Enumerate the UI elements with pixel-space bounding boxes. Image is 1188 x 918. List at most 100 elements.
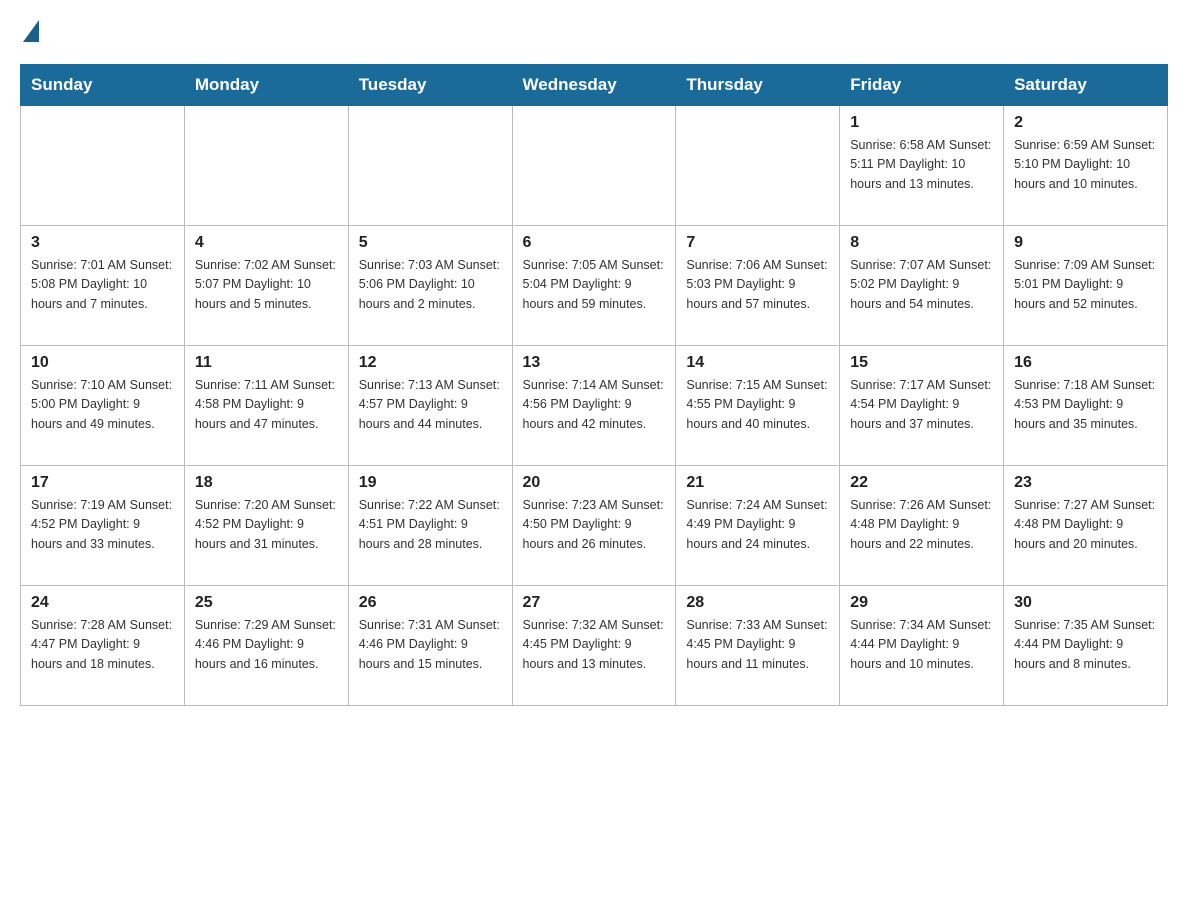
day-header-monday: Monday xyxy=(184,65,348,106)
day-number: 10 xyxy=(31,354,174,372)
day-info: Sunrise: 7:05 AM Sunset: 5:04 PM Dayligh… xyxy=(523,256,666,314)
calendar-cell: 10 Sunrise: 7:10 AM Sunset: 5:00 PM Dayli… xyxy=(21,346,185,466)
day-info: Sunrise: 7:22 AM Sunset: 4:51 PM Dayligh… xyxy=(359,496,502,554)
day-info: Sunrise: 7:31 AM Sunset: 4:46 PM Dayligh… xyxy=(359,616,502,674)
week-row-3: 10 Sunrise: 7:10 AM Sunset: 5:00 PM Dayli… xyxy=(21,346,1168,466)
day-info: Sunrise: 7:18 AM Sunset: 4:53 PM Dayligh… xyxy=(1014,376,1157,434)
day-header-saturday: Saturday xyxy=(1004,65,1168,106)
day-number: 6 xyxy=(523,234,666,252)
day-number: 3 xyxy=(31,234,174,252)
day-info: Sunrise: 7:32 AM Sunset: 4:45 PM Dayligh… xyxy=(523,616,666,674)
day-info: Sunrise: 7:02 AM Sunset: 5:07 PM Dayligh… xyxy=(195,256,338,314)
day-info: Sunrise: 7:33 AM Sunset: 4:45 PM Dayligh… xyxy=(686,616,829,674)
calendar-cell: 15 Sunrise: 7:17 AM Sunset: 4:54 PM Dayli… xyxy=(840,346,1004,466)
day-number: 25 xyxy=(195,594,338,612)
day-info: Sunrise: 7:26 AM Sunset: 4:48 PM Dayligh… xyxy=(850,496,993,554)
calendar-cell: 24 Sunrise: 7:28 AM Sunset: 4:47 PM Dayli… xyxy=(21,586,185,706)
calendar-cell: 27 Sunrise: 7:32 AM Sunset: 4:45 PM Dayli… xyxy=(512,586,676,706)
calendar-cell xyxy=(512,106,676,226)
calendar-cell xyxy=(348,106,512,226)
calendar-cell: 14 Sunrise: 7:15 AM Sunset: 4:55 PM Dayli… xyxy=(676,346,840,466)
day-number: 21 xyxy=(686,474,829,492)
day-number: 24 xyxy=(31,594,174,612)
logo-arrow-icon xyxy=(23,20,39,42)
day-number: 4 xyxy=(195,234,338,252)
day-number: 27 xyxy=(523,594,666,612)
calendar-cell: 2 Sunrise: 6:59 AM Sunset: 5:10 PM Daylig… xyxy=(1004,106,1168,226)
day-number: 5 xyxy=(359,234,502,252)
day-number: 7 xyxy=(686,234,829,252)
day-info: Sunrise: 6:59 AM Sunset: 5:10 PM Dayligh… xyxy=(1014,136,1157,194)
week-row-5: 24 Sunrise: 7:28 AM Sunset: 4:47 PM Dayli… xyxy=(21,586,1168,706)
day-info: Sunrise: 7:23 AM Sunset: 4:50 PM Dayligh… xyxy=(523,496,666,554)
day-number: 12 xyxy=(359,354,502,372)
day-number: 11 xyxy=(195,354,338,372)
calendar-cell: 18 Sunrise: 7:20 AM Sunset: 4:52 PM Dayli… xyxy=(184,466,348,586)
day-info: Sunrise: 7:06 AM Sunset: 5:03 PM Dayligh… xyxy=(686,256,829,314)
day-number: 20 xyxy=(523,474,666,492)
day-number: 30 xyxy=(1014,594,1157,612)
page-header xyxy=(20,20,1168,44)
day-header-friday: Friday xyxy=(840,65,1004,106)
day-number: 28 xyxy=(686,594,829,612)
calendar-cell: 30Sunrise: 7:35 AM Sunset: 4:44 PM Dayli… xyxy=(1004,586,1168,706)
day-number: 14 xyxy=(686,354,829,372)
day-info: Sunrise: 7:10 AM Sunset: 5:00 PM Dayligh… xyxy=(31,376,174,434)
calendar-cell: 26Sunrise: 7:31 AM Sunset: 4:46 PM Dayli… xyxy=(348,586,512,706)
calendar-cell: 19 Sunrise: 7:22 AM Sunset: 4:51 PM Dayli… xyxy=(348,466,512,586)
day-info: Sunrise: 7:11 AM Sunset: 4:58 PM Dayligh… xyxy=(195,376,338,434)
calendar-cell xyxy=(21,106,185,226)
calendar-cell: 22Sunrise: 7:26 AM Sunset: 4:48 PM Dayli… xyxy=(840,466,1004,586)
calendar-cell: 11 Sunrise: 7:11 AM Sunset: 4:58 PM Dayli… xyxy=(184,346,348,466)
calendar-cell: 16Sunrise: 7:18 AM Sunset: 4:53 PM Dayli… xyxy=(1004,346,1168,466)
day-header-thursday: Thursday xyxy=(676,65,840,106)
calendar-cell: 7 Sunrise: 7:06 AM Sunset: 5:03 PM Daylig… xyxy=(676,226,840,346)
day-info: Sunrise: 7:19 AM Sunset: 4:52 PM Dayligh… xyxy=(31,496,174,554)
calendar-cell: 8 Sunrise: 7:07 AM Sunset: 5:02 PM Daylig… xyxy=(840,226,1004,346)
day-number: 19 xyxy=(359,474,502,492)
calendar-cell: 25 Sunrise: 7:29 AM Sunset: 4:46 PM Dayli… xyxy=(184,586,348,706)
day-header-sunday: Sunday xyxy=(21,65,185,106)
day-number: 17 xyxy=(31,474,174,492)
day-number: 13 xyxy=(523,354,666,372)
day-number: 9 xyxy=(1014,234,1157,252)
day-info: Sunrise: 7:29 AM Sunset: 4:46 PM Dayligh… xyxy=(195,616,338,674)
calendar-cell: 21 Sunrise: 7:24 AM Sunset: 4:49 PM Dayli… xyxy=(676,466,840,586)
day-number: 18 xyxy=(195,474,338,492)
day-number: 15 xyxy=(850,354,993,372)
calendar-cell: 6 Sunrise: 7:05 AM Sunset: 5:04 PM Daylig… xyxy=(512,226,676,346)
day-info: Sunrise: 7:03 AM Sunset: 5:06 PM Dayligh… xyxy=(359,256,502,314)
day-header-wednesday: Wednesday xyxy=(512,65,676,106)
day-number: 23 xyxy=(1014,474,1157,492)
calendar-cell: 4 Sunrise: 7:02 AM Sunset: 5:07 PM Daylig… xyxy=(184,226,348,346)
calendar-cell: 20 Sunrise: 7:23 AM Sunset: 4:50 PM Dayli… xyxy=(512,466,676,586)
day-info: Sunrise: 7:14 AM Sunset: 4:56 PM Dayligh… xyxy=(523,376,666,434)
day-info: Sunrise: 7:15 AM Sunset: 4:55 PM Dayligh… xyxy=(686,376,829,434)
day-info: Sunrise: 7:28 AM Sunset: 4:47 PM Dayligh… xyxy=(31,616,174,674)
day-info: Sunrise: 7:20 AM Sunset: 4:52 PM Dayligh… xyxy=(195,496,338,554)
day-number: 1 xyxy=(850,114,993,132)
calendar-header-row: SundayMondayTuesdayWednesdayThursdayFrid… xyxy=(21,65,1168,106)
week-row-1: 1 Sunrise: 6:58 AM Sunset: 5:11 PM Daylig… xyxy=(21,106,1168,226)
calendar-cell xyxy=(184,106,348,226)
calendar-cell: 29Sunrise: 7:34 AM Sunset: 4:44 PM Dayli… xyxy=(840,586,1004,706)
day-info: Sunrise: 7:07 AM Sunset: 5:02 PM Dayligh… xyxy=(850,256,993,314)
calendar-table: SundayMondayTuesdayWednesdayThursdayFrid… xyxy=(20,64,1168,706)
day-info: Sunrise: 7:17 AM Sunset: 4:54 PM Dayligh… xyxy=(850,376,993,434)
calendar-cell: 3 Sunrise: 7:01 AM Sunset: 5:08 PM Daylig… xyxy=(21,226,185,346)
logo xyxy=(20,20,39,44)
calendar-cell: 23 Sunrise: 7:27 AM Sunset: 4:48 PM Dayli… xyxy=(1004,466,1168,586)
day-info: Sunrise: 7:27 AM Sunset: 4:48 PM Dayligh… xyxy=(1014,496,1157,554)
day-info: Sunrise: 7:01 AM Sunset: 5:08 PM Dayligh… xyxy=(31,256,174,314)
day-info: Sunrise: 7:13 AM Sunset: 4:57 PM Dayligh… xyxy=(359,376,502,434)
day-number: 8 xyxy=(850,234,993,252)
day-info: Sunrise: 7:24 AM Sunset: 4:49 PM Dayligh… xyxy=(686,496,829,554)
week-row-4: 17 Sunrise: 7:19 AM Sunset: 4:52 PM Dayli… xyxy=(21,466,1168,586)
calendar-cell: 1 Sunrise: 6:58 AM Sunset: 5:11 PM Daylig… xyxy=(840,106,1004,226)
day-number: 2 xyxy=(1014,114,1157,132)
day-info: Sunrise: 6:58 AM Sunset: 5:11 PM Dayligh… xyxy=(850,136,993,194)
calendar-cell: 9Sunrise: 7:09 AM Sunset: 5:01 PM Daylig… xyxy=(1004,226,1168,346)
day-header-tuesday: Tuesday xyxy=(348,65,512,106)
calendar-cell: 5 Sunrise: 7:03 AM Sunset: 5:06 PM Daylig… xyxy=(348,226,512,346)
logo-general xyxy=(20,20,39,44)
